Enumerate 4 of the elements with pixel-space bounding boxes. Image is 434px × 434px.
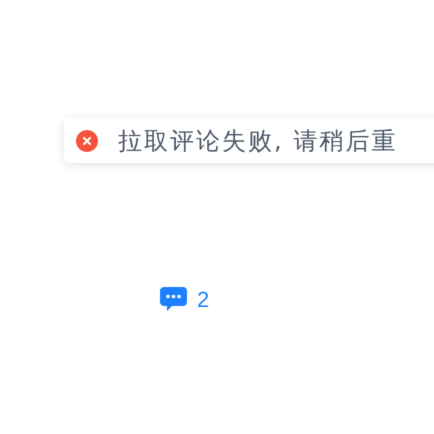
comment-icon[interactable] (160, 287, 187, 312)
comment-count: 2 (197, 286, 210, 314)
error-icon (76, 130, 98, 152)
toast-message: 拉取评论失败, 请稍后重 (118, 126, 398, 156)
